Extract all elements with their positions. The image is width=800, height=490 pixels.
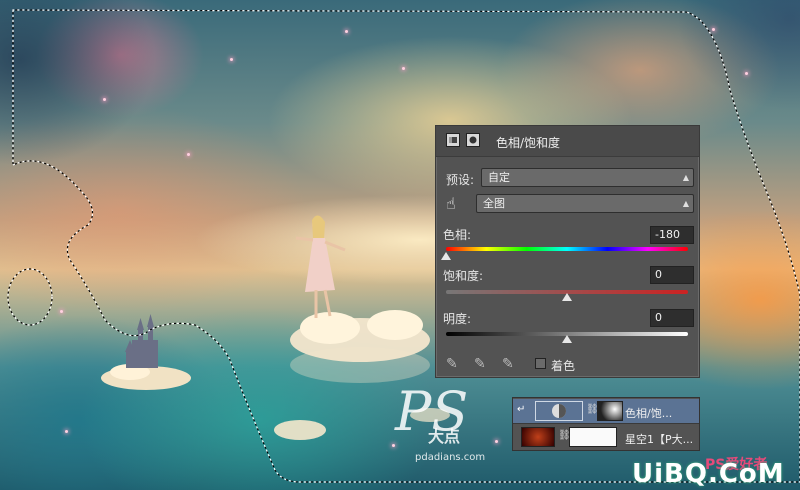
hue-input[interactable]: -180 bbox=[650, 226, 694, 244]
layer-row-starry-sky[interactable]: ⛓ 星空1【P大... bbox=[513, 425, 699, 450]
channel-value: 全图 bbox=[483, 197, 505, 210]
mask-icon[interactable] bbox=[466, 133, 480, 147]
preset-value: 自定 bbox=[488, 171, 510, 184]
saturation-input[interactable]: 0 bbox=[650, 266, 694, 284]
eyedropper-minus-icon[interactable]: ✎ bbox=[502, 356, 514, 372]
lightness-input[interactable]: 0 bbox=[650, 309, 694, 327]
channel-dropdown[interactable]: 全图 ▲ bbox=[476, 194, 694, 213]
layer-mask-thumbnail bbox=[569, 427, 617, 447]
lightness-label: 明度: bbox=[443, 312, 472, 326]
layer-name: 星空1【P大... bbox=[625, 433, 694, 446]
image-thumbnail bbox=[521, 427, 555, 447]
preset-dropdown[interactable]: 自定 ▲ bbox=[481, 168, 694, 187]
corner-brand-watermark: UiBQ.CoM bbox=[632, 459, 785, 489]
colorize-checkbox[interactable] bbox=[535, 358, 546, 369]
saturation-slider-thumb[interactable] bbox=[562, 293, 572, 301]
layers-panel: ↵ ⛓ 色相/饱... ⛓ 星空1【P大... bbox=[512, 397, 700, 451]
hue-slider-thumb[interactable] bbox=[441, 252, 451, 260]
adjustment-layer-icon[interactable] bbox=[446, 133, 460, 147]
site-watermark: pdadians.com bbox=[415, 452, 486, 463]
adjustment-thumbnail bbox=[535, 401, 583, 421]
layer-mask-thumbnail bbox=[597, 401, 623, 421]
canvas-image: 色相/饱和度 预设: 自定 ▲ ☝ 全图 ▲ 色相: -180 饱和度: 0 明… bbox=[0, 0, 800, 490]
panel-header: 色相/饱和度 bbox=[436, 126, 699, 157]
saturation-label: 饱和度: bbox=[443, 269, 484, 283]
dropdown-arrow-icon: ▲ bbox=[682, 173, 689, 182]
colorize-label: 着色 bbox=[551, 359, 576, 373]
hue-label: 色相: bbox=[443, 228, 472, 242]
dropdown-arrow-icon: ▲ bbox=[682, 199, 689, 208]
panel-title: 色相/饱和度 bbox=[496, 136, 561, 150]
lightness-slider-thumb[interactable] bbox=[562, 335, 572, 343]
hue-slider-track[interactable] bbox=[446, 247, 688, 251]
targeted-adjustment-hand-icon[interactable]: ☝ bbox=[446, 194, 456, 213]
preset-label: 预设: bbox=[446, 173, 475, 187]
clip-arrow-icon: ↵ bbox=[517, 404, 526, 415]
hue-saturation-panel: 色相/饱和度 预设: 自定 ▲ ☝ 全图 ▲ 色相: -180 饱和度: 0 明… bbox=[435, 125, 700, 378]
ps-sub-watermark: 大点 bbox=[428, 427, 461, 446]
eyedropper-icon[interactable]: ✎ bbox=[446, 356, 458, 372]
layer-name: 色相/饱... bbox=[625, 407, 673, 420]
layer-row-hue-saturation[interactable]: ↵ ⛓ 色相/饱... bbox=[513, 399, 699, 424]
eyedropper-plus-icon[interactable]: ✎ bbox=[474, 356, 486, 372]
